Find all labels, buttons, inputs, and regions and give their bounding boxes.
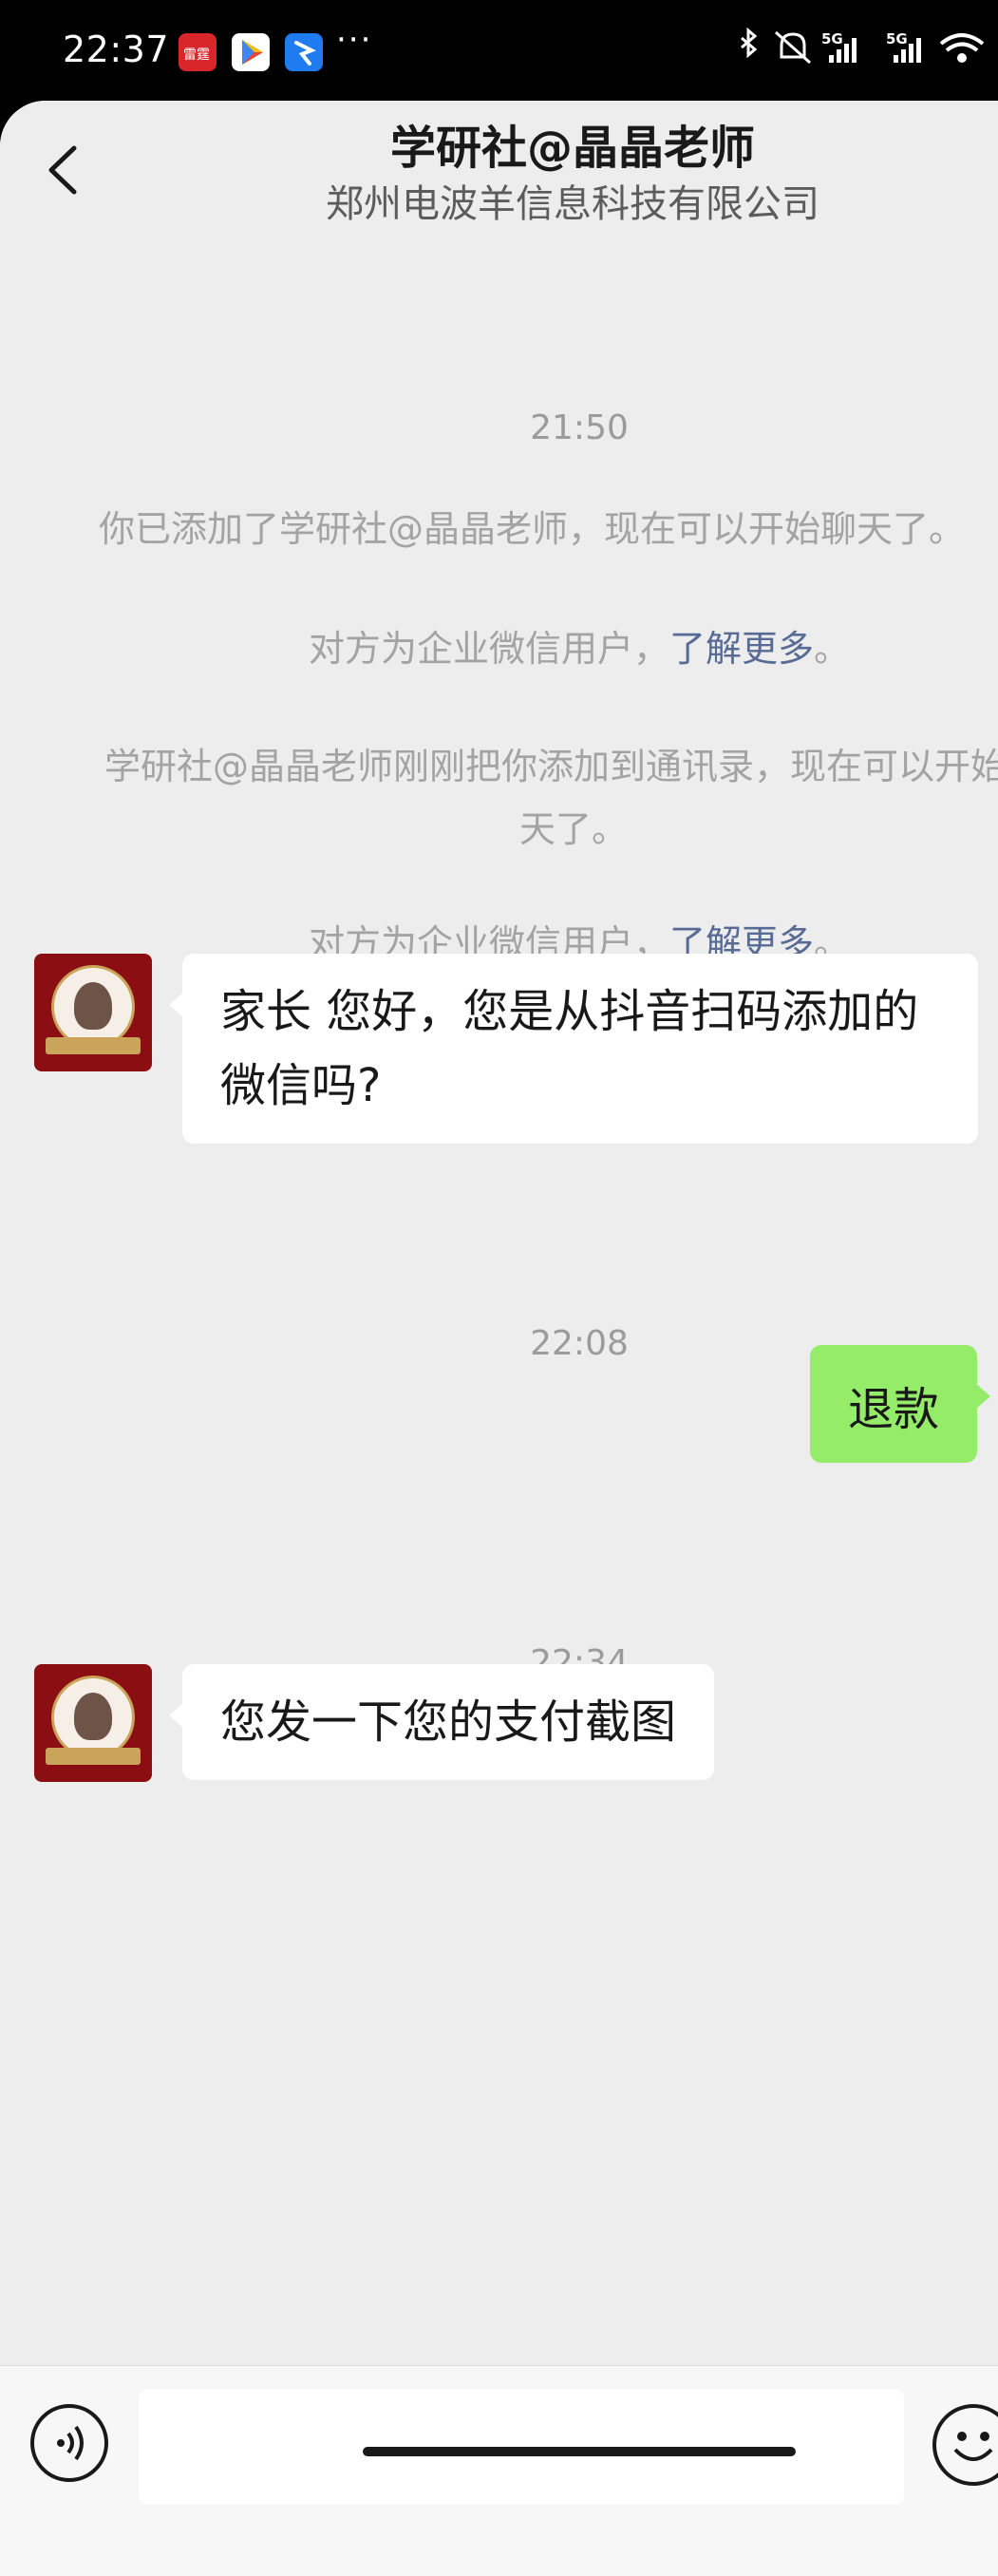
svg-text:雷霆: 雷霆: [183, 47, 210, 63]
received-message-bubble[interactable]: 您发一下您的支付截图: [168, 1664, 715, 1780]
system-message: 对方为企业微信用户，了解更多。: [0, 617, 998, 680]
emoji-button[interactable]: [932, 2404, 998, 2486]
network-label-2: 5G: [886, 30, 908, 47]
blue-app-icon: [285, 33, 323, 71]
sent-message-bubble[interactable]: 退款: [809, 1345, 991, 1463]
avatar-ribbon: [46, 1748, 141, 1765]
wifi-icon: [939, 33, 985, 63]
message-list: 21:50 你已添加了学研社@晶晶老师，现在可以开始聊天了。 对方为企业微信用户…: [0, 237, 998, 2365]
voice-button[interactable]: [30, 2404, 108, 2482]
system-status-icons: 5G 5G: [741, 27, 985, 65]
voice-icon: [57, 2425, 84, 2461]
more-notifications-icon: ···: [336, 21, 373, 59]
system-message-text: 对方为企业微信用户，: [308, 628, 669, 670]
received-message-bubble[interactable]: 家长 您好，您是从抖音扫码添加的微信吗?: [169, 954, 978, 1144]
avatar-portrait: [74, 982, 112, 1030]
system-message: 你已添加了学研社@晶晶老师，现在可以开始聊天了。: [99, 508, 966, 550]
learn-more-link[interactable]: 了解更多: [669, 628, 814, 670]
contact-avatar[interactable]: [34, 1664, 152, 1782]
system-message: 学研社@晶晶老师刚刚把你添加到通讯录，现在可以开始聊天了。: [104, 746, 998, 850]
chat-header: 学研社@晶晶老师 郑州电波羊信息科技有限公司: [0, 101, 998, 237]
status-bar: 22:37 雷霆 ··· 5G 5G: [0, 0, 998, 101]
mute-icon: [775, 30, 811, 65]
home-indicator[interactable]: [363, 2447, 796, 2456]
emoji-icon: [953, 2432, 993, 2461]
chat-title: 学研社@晶晶老师: [389, 122, 755, 175]
leidian-app-icon: 雷霆: [179, 33, 217, 71]
bluetooth-icon: [741, 27, 758, 59]
chat-subtitle: 郑州电波羊信息科技有限公司: [326, 182, 819, 226]
contact-avatar[interactable]: [34, 954, 152, 1071]
chat-window: 学研社@晶晶老师 郑州电波羊信息科技有限公司 21:50 你已添加了学研社@晶晶…: [0, 101, 998, 2576]
avatar-ribbon: [46, 1037, 141, 1054]
status-time: 22:37: [63, 28, 170, 70]
google-play-icon: [232, 33, 270, 71]
timestamp: 21:50: [530, 408, 629, 447]
system-message-end: 。: [814, 628, 851, 670]
network-label-1: 5G: [821, 30, 843, 47]
avatar-portrait: [74, 1693, 112, 1740]
input-bar: [0, 2365, 998, 2576]
